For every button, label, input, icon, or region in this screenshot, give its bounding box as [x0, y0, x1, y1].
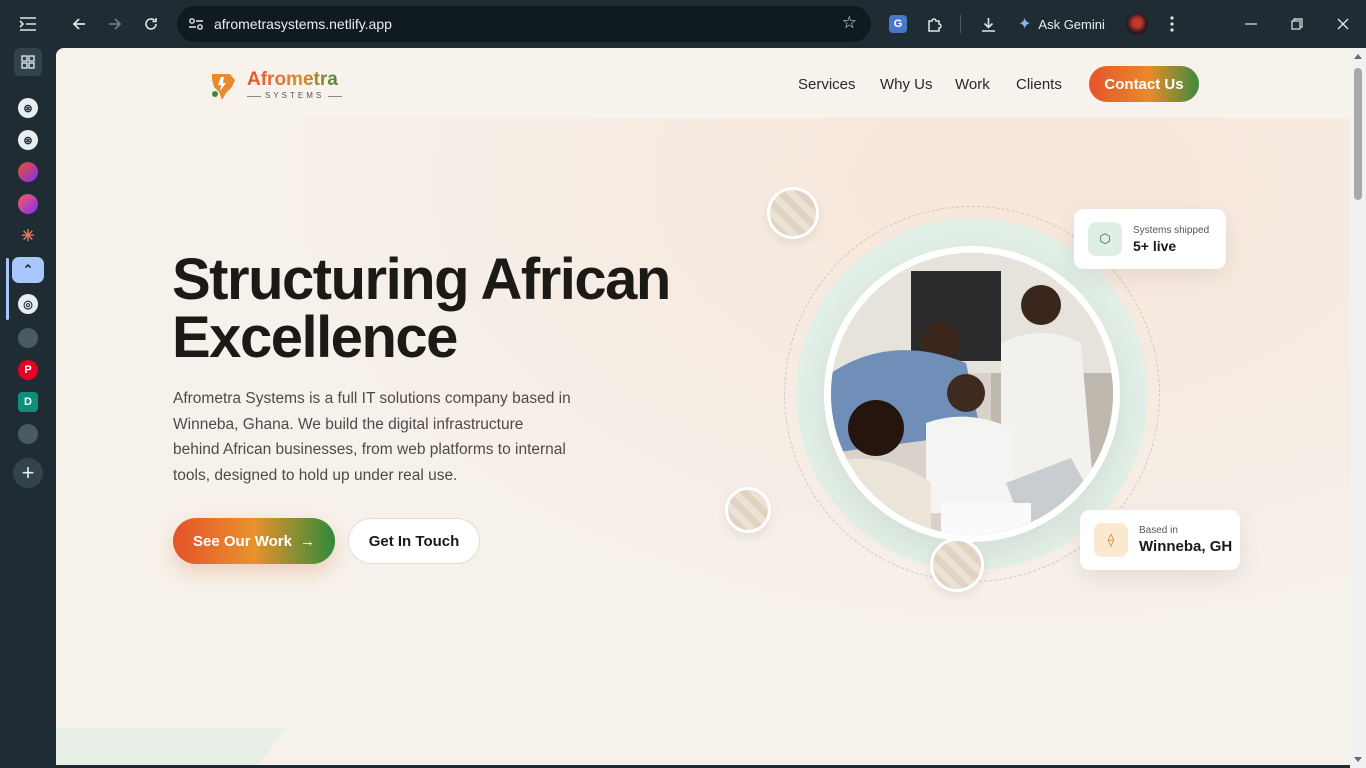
- apps-grid-icon[interactable]: [14, 48, 42, 76]
- hero-title-line-1: Structuring African: [172, 247, 671, 312]
- nav-link-services[interactable]: Services: [798, 76, 856, 93]
- decorative-bubble: [725, 487, 771, 533]
- scroll-up-arrow-icon[interactable]: [1354, 54, 1362, 59]
- browser-toolbar: afrometrasystems.netlify.app ☆ G ✦ Ask G…: [0, 0, 1366, 48]
- globe-shortcut-icon[interactable]: [18, 328, 38, 348]
- profile-avatar[interactable]: [1126, 13, 1148, 35]
- stat-label: Based in: [1139, 525, 1178, 536]
- nav-link-work[interactable]: Work: [955, 76, 990, 93]
- scrollbar-thumb[interactable]: [1354, 68, 1362, 200]
- chrome-shortcut-icon[interactable]: ◎: [18, 294, 38, 314]
- site-header: Afrometra SYSTEMS Services Why Us Work C…: [56, 48, 1350, 118]
- ask-gemini-button[interactable]: ✦ Ask Gemini: [1018, 13, 1105, 35]
- kebab-menu-icon[interactable]: [1160, 12, 1184, 36]
- get-in-touch-button[interactable]: Get In Touch: [348, 518, 480, 564]
- hero-description: Afrometra Systems is a full IT solutions…: [173, 390, 571, 484]
- brand-name: Afrometra: [247, 70, 342, 89]
- chatgpt-shortcut-icon[interactable]: ⊛: [18, 98, 38, 118]
- hero-title-line-2: Excellence: [172, 305, 458, 370]
- browser-side-panel: ⊛ ⊛ ✳ ⌃ ◎ P D +: [0, 48, 56, 768]
- nav-link-clients[interactable]: Clients: [1016, 76, 1062, 93]
- download-icon[interactable]: [976, 12, 1000, 36]
- systems-shipped-card: ⬡ Systems shipped 5+ live: [1074, 209, 1226, 269]
- pinterest-shortcut-icon[interactable]: P: [18, 360, 38, 380]
- minimize-icon[interactable]: [1239, 12, 1263, 36]
- scroll-down-arrow-icon[interactable]: [1354, 757, 1362, 762]
- globe-shortcut-icon-2[interactable]: [18, 424, 38, 444]
- nav-link-why-us[interactable]: Why Us: [880, 76, 933, 93]
- reload-icon[interactable]: [139, 12, 163, 36]
- sidebar-toggle-icon[interactable]: [16, 14, 40, 34]
- based-in-card: ⟠ Based in Winneba, GH: [1080, 510, 1240, 570]
- team-photo: [831, 253, 1113, 535]
- hero-title: Structuring African Excellence: [172, 251, 732, 367]
- decorative-bubble: [930, 538, 984, 592]
- see-our-work-button[interactable]: See Our Work →: [173, 518, 335, 564]
- back-arrow-icon[interactable]: [67, 12, 91, 36]
- location-pin-icon: ⟠: [1094, 523, 1128, 557]
- site-logo[interactable]: Afrometra SYSTEMS: [208, 68, 342, 102]
- stat-value: Winneba, GH: [1139, 538, 1233, 555]
- ask-gemini-label: Ask Gemini: [1038, 16, 1105, 32]
- translate-icon[interactable]: G: [889, 15, 907, 33]
- forward-arrow-icon[interactable]: [103, 12, 127, 36]
- page-viewport: Afrometra SYSTEMS Services Why Us Work C…: [56, 48, 1350, 765]
- site-settings-icon[interactable]: [187, 15, 205, 33]
- star-icon[interactable]: ☆: [842, 13, 857, 33]
- contact-us-button[interactable]: Contact Us: [1089, 66, 1199, 102]
- address-bar[interactable]: afrometrasystems.netlify.app ☆: [177, 6, 871, 42]
- toolbar-divider: [960, 15, 961, 33]
- arrow-right-icon: →: [299, 532, 315, 550]
- see-our-work-label: See Our Work: [193, 532, 292, 550]
- decorative-bubble: [767, 187, 819, 239]
- stat-label: Systems shipped: [1133, 224, 1210, 236]
- hexagon-icon: ⬡: [1088, 222, 1122, 256]
- brand-tagline: SYSTEMS: [247, 92, 342, 100]
- next-section-shape: [56, 728, 286, 765]
- puzzle-icon[interactable]: [922, 12, 946, 36]
- page-scrollbar[interactable]: [1350, 48, 1366, 768]
- close-window-icon[interactable]: [1331, 12, 1355, 36]
- gemini-spark-icon: ✦: [1018, 16, 1032, 33]
- app-shortcut-icon-2[interactable]: [18, 194, 38, 214]
- url-text[interactable]: afrometrasystems.netlify.app: [214, 16, 392, 32]
- active-group-indicator: [6, 258, 9, 320]
- chatgpt-shortcut-icon-2[interactable]: ⊛: [18, 130, 38, 150]
- stat-value: 5+ live: [1133, 237, 1177, 254]
- d-app-shortcut-icon[interactable]: D: [18, 392, 38, 412]
- add-shortcut-icon[interactable]: +: [13, 458, 43, 488]
- africa-map-logo-icon: [208, 70, 238, 100]
- claude-shortcut-icon[interactable]: ✳: [18, 226, 38, 246]
- restore-icon[interactable]: [1285, 12, 1309, 36]
- app-shortcut-icon[interactable]: [18, 162, 38, 182]
- collapse-group-icon[interactable]: ⌃: [12, 257, 44, 283]
